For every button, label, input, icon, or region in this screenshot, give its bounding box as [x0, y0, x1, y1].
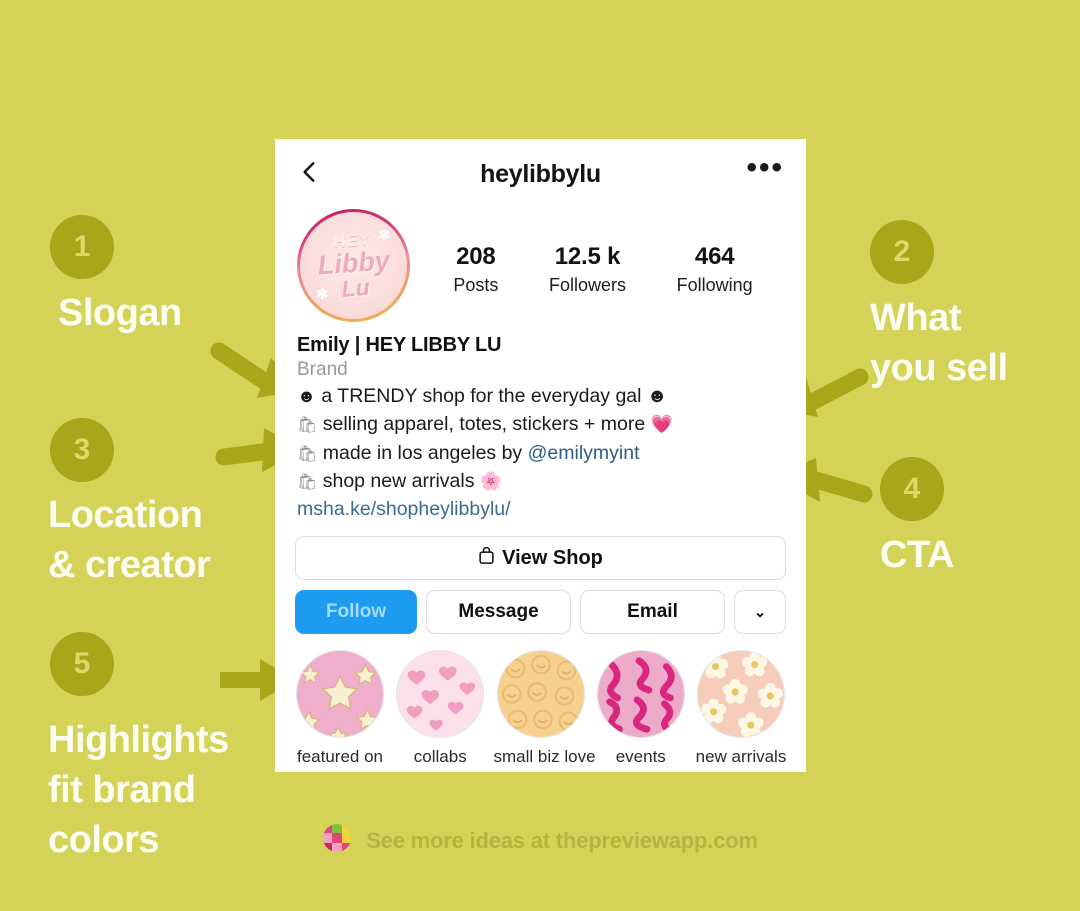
highlight-label: featured on	[296, 747, 383, 767]
highlight-cover-daisies	[697, 650, 785, 739]
shopping-bag-icon	[478, 546, 495, 571]
primary-button-row: Follow Message Email ⌄	[295, 590, 786, 635]
bio-line-2-text: selling apparel, totes, stickers + more	[317, 413, 651, 436]
highlight-label: small biz love	[493, 747, 596, 767]
bio-mention-link[interactable]: @emilymyint	[528, 442, 640, 464]
bio-line-1: ☻ a TRENDY shop for the everyday gal ☻	[297, 382, 784, 410]
footer-credit: See more ideas at thepreviewapp.com	[0, 823, 1080, 858]
annotation-badge-2: 2	[870, 220, 934, 284]
annotation-badge-3: 3	[50, 418, 114, 482]
annotation-badge-1: 1	[50, 215, 114, 279]
annotation-label-what-you-sell: What you sell	[870, 297, 1008, 390]
view-shop-button[interactable]: View Shop	[295, 536, 786, 581]
bio-category: Brand	[297, 359, 348, 380]
stat-following-label: Following	[676, 275, 753, 295]
highlight-label: new arrivals	[695, 747, 787, 767]
profile-action-buttons: View Shop Follow Message Email ⌄	[275, 524, 806, 635]
bio-line-4-text: shop new arrivals	[317, 469, 480, 492]
highlight-new-arrivals[interactable]: new arrivals	[694, 650, 788, 767]
cherry-blossom-icon: 🌸	[479, 470, 503, 491]
view-shop-label: View Shop	[502, 546, 603, 569]
highlight-cover-smileys	[496, 650, 585, 739]
stat-followers[interactable]: 12.5 k Followers	[549, 243, 626, 296]
instagram-profile-card: heylibbylu ••• ✽ ✽ HEY Libby Lu 208 Post…	[275, 139, 806, 772]
avatar-image: ✽ ✽ HEY Libby Lu	[300, 212, 407, 319]
bio-display-name: Emily | HEY LIBBY LU	[297, 334, 502, 356]
highlight-cover-hearts	[396, 650, 485, 739]
highlight-cover-squiggle-smileys	[596, 650, 685, 739]
smiley-icon: ☻	[297, 386, 316, 406]
follow-button[interactable]: Follow	[295, 590, 418, 635]
profile-stats: 208 Posts 12.5 k Followers 464 Following	[410, 209, 784, 296]
highlight-label: collabs	[413, 747, 467, 767]
profile-header-row: ✽ ✽ HEY Libby Lu 208 Posts 12.5 k Follow…	[275, 209, 806, 322]
bio-external-link[interactable]: msha.ke/shopheylibbylu/	[297, 495, 784, 524]
shopping-bag-icon: 🛍	[297, 445, 318, 463]
pink-heart-icon: 💗	[650, 414, 674, 435]
avatar[interactable]: ✽ ✽ HEY Libby Lu	[297, 209, 410, 322]
annotation-badge-4: 4	[880, 457, 944, 521]
bio-line-2: 🛍 selling apparel, totes, stickers + mor…	[297, 410, 784, 438]
annotation-label-slogan: Slogan	[58, 292, 182, 334]
bio-line-3: 🛍 made in los angeles by @emilymyint	[297, 439, 784, 467]
stat-posts-value: 208	[456, 243, 496, 270]
highlight-small-biz-love[interactable]: small biz love	[493, 650, 596, 767]
preview-app-logo-icon	[322, 823, 352, 858]
chevron-down-icon[interactable]: ⌄	[733, 590, 786, 635]
highlight-cover-stars	[296, 650, 384, 739]
annotation-label-cta: CTA	[880, 534, 954, 576]
stat-posts-label: Posts	[453, 275, 499, 295]
highlight-events[interactable]: events	[594, 650, 688, 767]
email-button[interactable]: Email	[580, 590, 725, 635]
message-button[interactable]: Message	[426, 590, 572, 635]
highlight-featured-on[interactable]: featured on	[293, 650, 387, 767]
shopping-bag-icon: 🛍	[297, 417, 318, 435]
bio-line-3-text: made in los angeles by	[317, 441, 528, 464]
stat-posts[interactable]: 208 Posts	[453, 243, 498, 296]
stat-following[interactable]: 464 Following	[677, 243, 753, 296]
stat-followers-value: 12.5 k	[554, 243, 621, 270]
bio-line-4: 🛍 shop new arrivals 🌸	[297, 467, 784, 495]
profile-bio: Emily | HEY LIBBY LU Brand ☻ a TRENDY sh…	[275, 322, 806, 524]
profile-handle: heylibbylu	[480, 159, 601, 188]
highlight-collabs[interactable]: collabs	[393, 650, 487, 767]
footer-text: See more ideas at thepreviewapp.com	[366, 827, 758, 853]
stat-followers-label: Followers	[548, 275, 626, 295]
annotation-label-location-creator: Location & creator	[48, 494, 211, 587]
bio-line-1-text: a TRENDY shop for the everyday gal ☻	[315, 385, 668, 407]
annotation-badge-5: 5	[50, 632, 114, 696]
story-highlights-row: featured on collabs small biz love event…	[275, 634, 806, 767]
stat-following-value: 464	[694, 243, 735, 270]
shopping-bag-icon: 🛍	[297, 473, 318, 491]
highlight-label: events	[615, 747, 666, 767]
profile-topbar: heylibbylu •••	[275, 139, 806, 209]
